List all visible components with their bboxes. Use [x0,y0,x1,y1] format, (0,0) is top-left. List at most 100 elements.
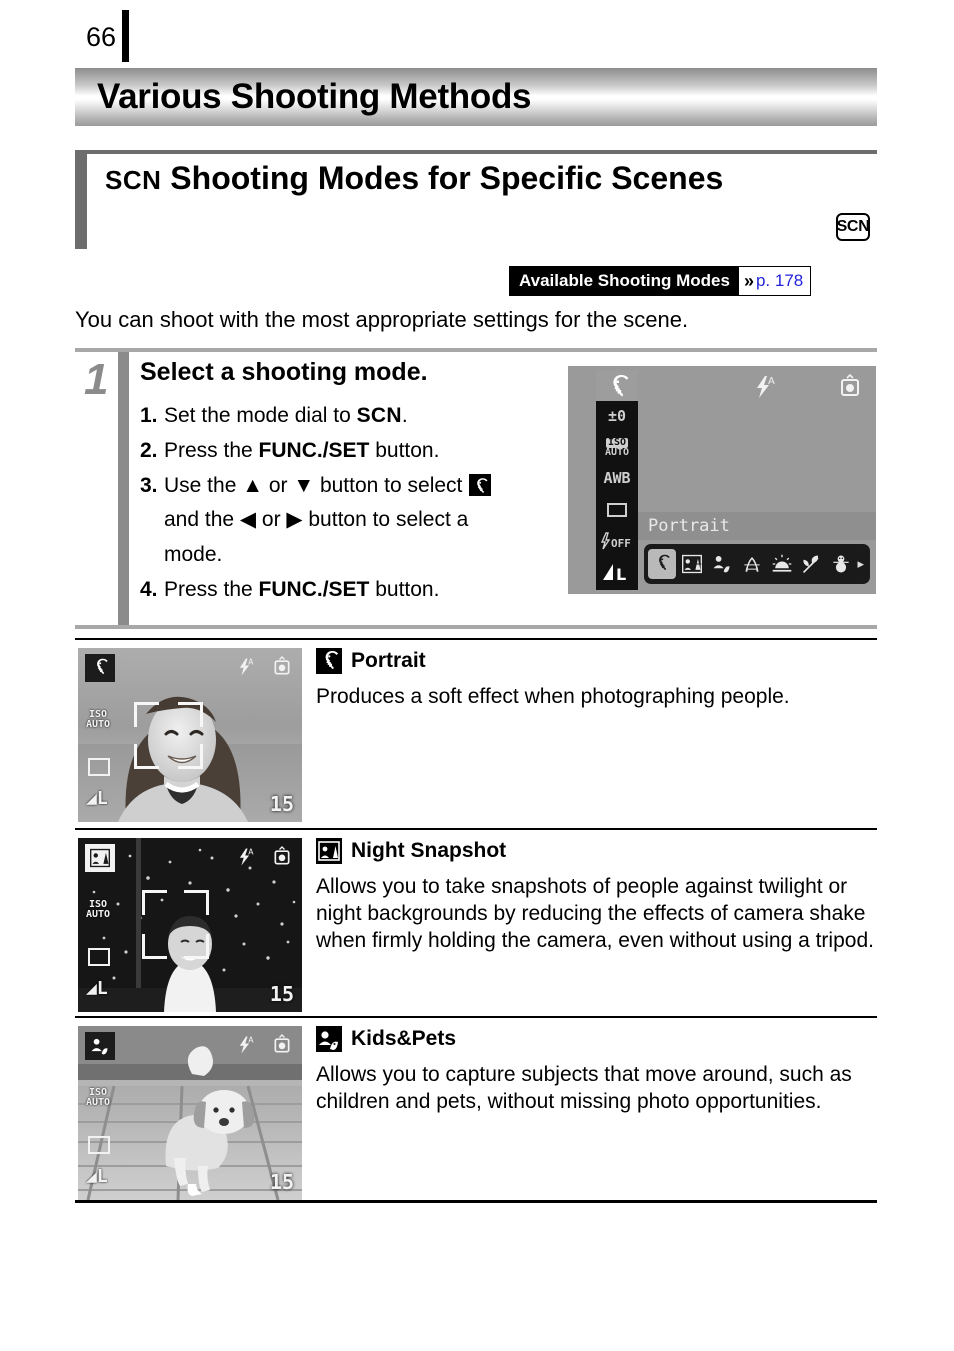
iso-label: ISO [605,436,629,448]
func-set-button-label: FUNC./SET [258,438,370,462]
available-shooting-modes-link[interactable]: » p. 178 [738,267,811,295]
iso-value: AUTO [604,446,630,458]
thumbnail-flash-auto-icon: A [236,846,256,873]
step-instruction-4: 4. Press the FUNC./SET button. [140,575,560,605]
af-frame-corner [134,702,159,727]
svg-text:A: A [768,376,775,387]
thumbnail-flash-auto-icon: A [236,1034,256,1061]
lcd-mode-foliage-icon[interactable] [798,549,826,579]
lcd-sidebar-exposure[interactable]: ±0 [596,401,638,432]
kids-pets-icon [316,1026,342,1052]
lcd-mode-portrait-icon[interactable] [648,549,676,579]
step-instruction-list: 1. Set the mode dial to SCN. 2. Press th… [140,401,560,605]
mode-entry-heading: Night Snapshot [316,838,878,864]
page-number-rule [122,10,129,62]
entry-divider-top [75,638,877,640]
lcd-sidebar-iso[interactable]: ISO AUTO [596,432,638,463]
mode-entry-night-snapshot: Night Snapshot Allows you to take snapsh… [316,838,878,955]
lcd-scroll-right-arrow[interactable]: ▸ [857,556,866,572]
single-shot-icon [607,502,627,517]
step-instruction-3: 3. Use the ▲ or ▼ button to select [140,471,560,501]
mode-description-night-snapshot: Allows you to take snapshots of people a… [316,875,874,952]
thumbnail-iso-label: ISO AUTO [86,709,111,730]
thumbnail-quality-label: ◢L [86,788,108,809]
step-side-bar [118,352,129,625]
step-item-text: Use the ▲ or ▼ button to select [164,471,560,501]
mode-description-kids-pets: Allows you to capture subjects that move… [316,1063,852,1113]
page-bottom-rule [75,1200,877,1203]
lcd-sidebar-white-balance[interactable]: AWB [596,463,638,494]
mode-badge-scn: SCN [836,213,870,241]
available-shooting-modes-label: Available Shooting Modes [510,267,739,295]
available-shooting-modes-badge[interactable]: Available Shooting Modes » p. 178 [509,266,812,296]
thumbnail-quality-label: ◢L [86,978,108,999]
step-item-text: Press the FUNC./SET button. [164,438,440,462]
thumbnail-camera-icon [272,1034,292,1061]
mode-dial-scn-label: SCN [356,404,402,427]
step-body: Select a shooting mode. 1. Set the mode … [140,358,560,610]
camera-lcd-screen: A ±0 ISO AUTO AWB OFF L Portrait ▸ [568,366,876,594]
thumbnail-drive-mode-icon [88,1136,110,1154]
thumbnail-mode-icon-night-snapshot [85,844,115,872]
chevron-double-right-icon: » [743,271,754,291]
step-item-text: mode. [164,543,223,567]
step-heading: Select a shooting mode. [140,358,428,386]
lcd-sidebar-image-quality[interactable]: L [596,556,638,587]
svg-text:A: A [248,848,254,857]
page-header: 66 [0,0,954,66]
thumbnail-mode-icon-portrait [85,654,115,682]
chapter-title: Various Shooting Methods [97,77,532,116]
step-block-bottom-rule [75,625,877,629]
section-side-bar [75,154,87,249]
lcd-sidebar-flash-off[interactable]: OFF [596,525,638,556]
thumbnail-flash-auto-icon: A [236,656,256,683]
lcd-mode-snow-icon[interactable] [828,549,856,579]
lcd-status-icons: A [752,373,862,405]
lcd-scene-mode-row[interactable]: ▸ [644,544,870,584]
page-reference-link[interactable]: p. 178 [756,271,803,291]
af-frame-corner [184,890,209,915]
thumbnail-night-snapshot: ISO AUTO ◢L A 15 [78,838,302,1012]
af-frame-corner [178,702,203,727]
mode-title-kids-pets: Kids&Pets [351,1027,457,1050]
thumbnail-camera-icon [272,846,292,873]
af-frame-corner [142,934,167,959]
step-number: 1 [84,355,109,404]
af-frame-corner [178,744,203,769]
svg-text:L: L [616,565,626,583]
af-frame-corner [142,890,167,915]
mode-title-portrait: Portrait [351,649,426,672]
step-item-text: and the ◀ or ▶ button to select a [164,508,469,532]
af-frame-corner [134,744,159,769]
step-instruction-3-cont: and the ◀ or ▶ button to select a [140,505,560,535]
night-snapshot-icon [316,838,342,864]
section-top-rule [75,150,877,154]
mode-entry-heading: Portrait [316,648,878,674]
step-item-text: Set the mode dial to SCN. [164,404,408,427]
thumbnail-kids-pets: ISO AUTO ◢L A 15 [78,1026,302,1200]
lcd-selected-mode-label: Portrait [638,512,876,540]
lcd-mode-kids-pets-icon[interactable] [708,549,736,579]
lcd-mode-night-snapshot-icon[interactable] [678,549,706,579]
lcd-mode-sunset-icon[interactable] [768,549,796,579]
entry-divider-middle [75,828,877,830]
section-title-text: Shooting Modes for Specific Scenes [170,160,724,196]
func-set-button-label: FUNC./SET [258,578,370,602]
step-item-text: Press the FUNC./SET button. [164,578,440,602]
svg-text:A: A [248,1036,254,1045]
thumbnail-shots-remaining: 15 [269,1170,294,1194]
step-item-number: 3. [140,473,158,497]
lcd-mode-indoor-icon[interactable] [738,549,766,579]
mode-entry-heading: Kids&Pets [316,1026,878,1052]
lcd-func-menu-sidebar[interactable]: ±0 ISO AUTO AWB OFF L [596,370,638,590]
lcd-sidebar-drive-mode[interactable] [596,494,638,525]
svg-text:OFF: OFF [611,537,631,550]
lcd-sidebar-portrait-mode[interactable] [596,370,638,401]
thumbnail-iso-label: ISO AUTO [86,899,111,920]
step-item-number: 4. [140,578,158,602]
thumbnail-drive-mode-icon [88,948,110,966]
thumbnail-drive-mode-icon [88,758,110,776]
af-frame-corner [184,934,209,959]
portrait-icon [469,473,492,496]
thumbnail-portrait: ISO AUTO ◢L A 15 [78,648,302,822]
